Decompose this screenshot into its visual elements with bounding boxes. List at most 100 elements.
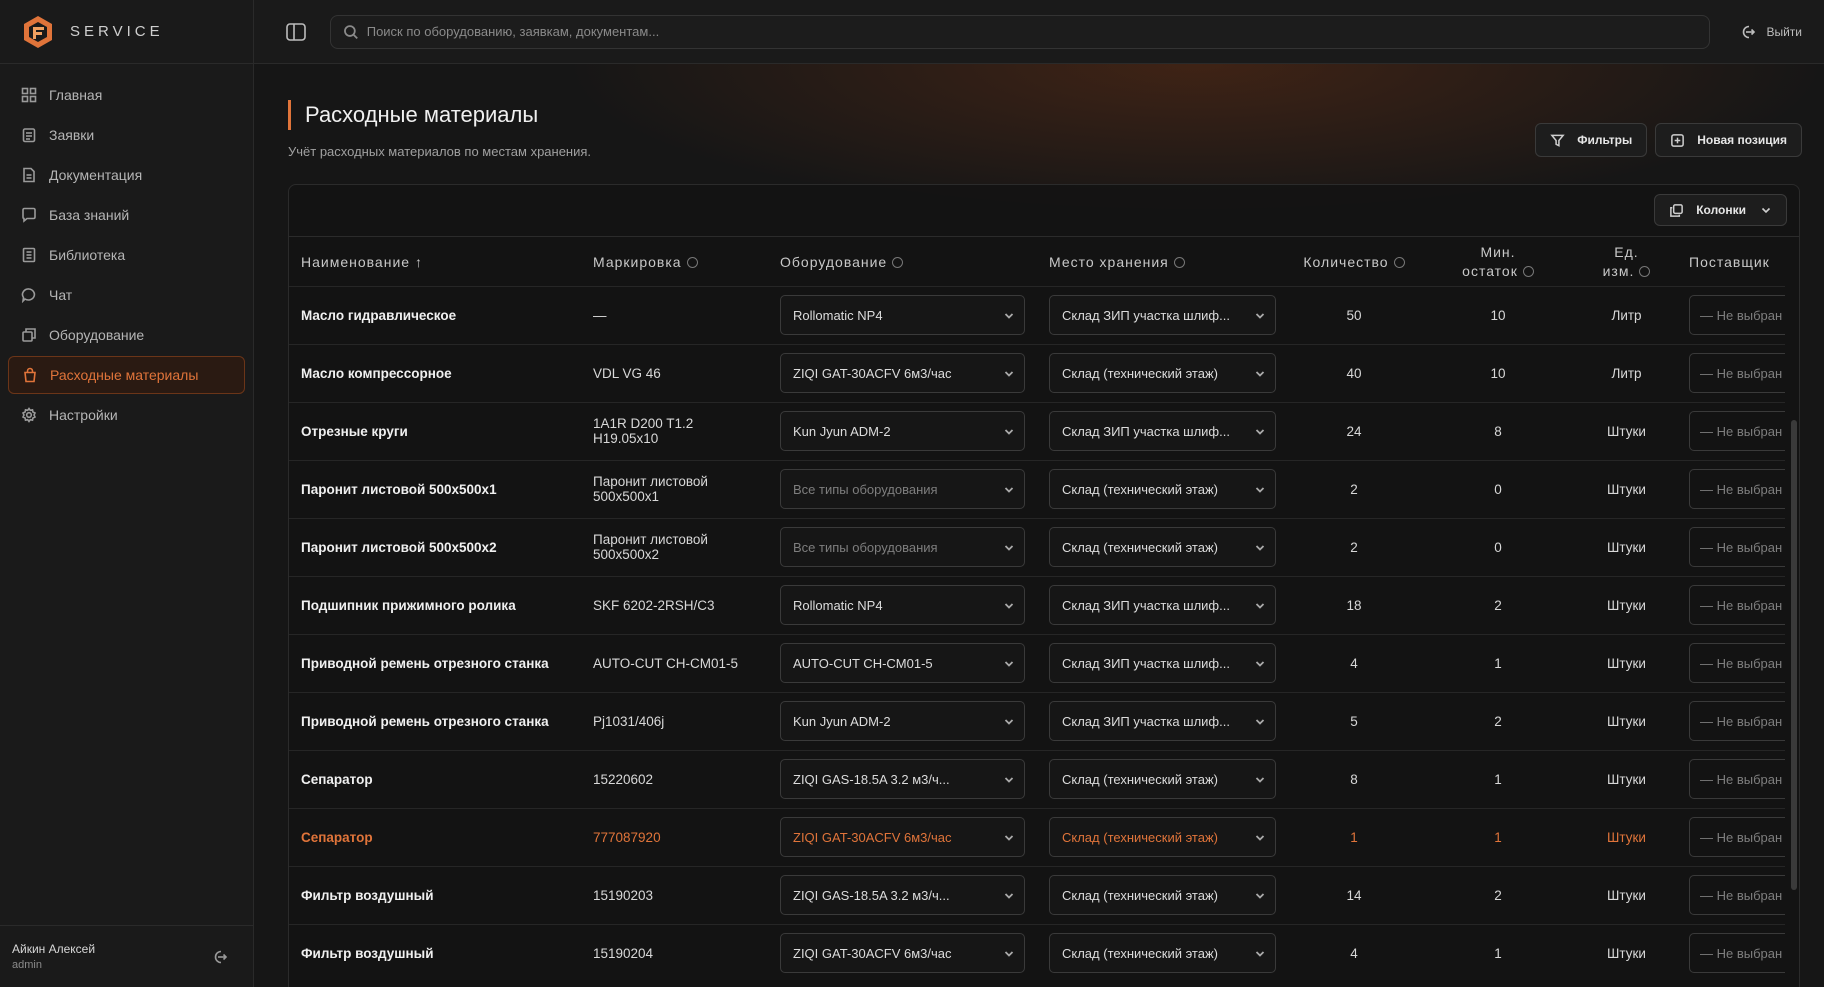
sidebar-item-settings[interactable]: Настройки <box>8 396 245 434</box>
supplier-select-value: — Не выбран <box>1700 945 1783 961</box>
cell-quantity: 14 <box>1288 865 1420 924</box>
gear-icon <box>21 407 37 423</box>
chevron-down-icon <box>1004 603 1014 609</box>
chevron-down-icon <box>1255 603 1265 609</box>
filters-label: Фильтры <box>1577 133 1633 147</box>
cell-unit: Штуки <box>1576 517 1677 576</box>
storage-select[interactable]: Склад ЗИП участка шлиф... <box>1049 585 1276 625</box>
cell-quantity: 8 <box>1288 749 1420 808</box>
column-header-storage[interactable]: Место хранения <box>1037 238 1288 286</box>
storage-select[interactable]: Склад ЗИП участка шлиф... <box>1049 295 1276 335</box>
sidebar-item-home[interactable]: Главная <box>8 76 245 114</box>
equipment-select[interactable]: ZIQI GAS-18.5A 3.2 м3/ч... <box>780 875 1025 915</box>
new-item-button[interactable]: Новая позиция <box>1655 123 1802 157</box>
supplier-select[interactable]: — Не выбран <box>1689 759 1785 799</box>
columns-button[interactable]: Колонки <box>1654 194 1787 226</box>
table-row[interactable]: Сепаратор 15220602 ZIQI GAS-18.5A 3.2 м3/ч… <box>289 749 1785 808</box>
equipment-select-value: Kun Jyun ADM-2 <box>793 423 891 439</box>
sidebar-item-equipment[interactable]: Оборудование <box>8 316 245 354</box>
cell-marking: 15190204 <box>581 923 768 982</box>
column-header-quantity[interactable]: Количество <box>1288 238 1420 286</box>
sidebar-item-knowledge-base[interactable]: База знаний <box>8 196 245 234</box>
column-header-supplier[interactable]: Поставщик <box>1677 238 1785 286</box>
supplier-select[interactable]: — Не выбран <box>1689 295 1785 335</box>
supplier-select[interactable]: — Не выбран <box>1689 585 1785 625</box>
equipment-select[interactable]: ZIQI GAT-30ACFV 6м3/час <box>780 353 1025 393</box>
chevron-down-icon <box>1255 487 1265 493</box>
supplier-select[interactable]: — Не выбран <box>1689 469 1785 509</box>
logout-icon[interactable] <box>212 949 228 965</box>
table-row[interactable]: Сепаратор 777087920 ZIQI GAT-30ACFV 6м3/ча… <box>289 807 1785 866</box>
equipment-select-value: ZIQI GAT-30ACFV 6м3/час <box>793 365 952 381</box>
sidebar-item-consumables[interactable]: Расходные материалы <box>8 356 245 394</box>
storage-select[interactable]: Склад ЗИП участка шлиф... <box>1049 701 1276 741</box>
sidebar-item-library[interactable]: Библиотека <box>8 236 245 274</box>
equipment-select[interactable]: ZIQI GAS-18.5A 3.2 м3/ч... <box>780 759 1025 799</box>
equipment-select[interactable]: Kun Jyun ADM-2 <box>780 411 1025 451</box>
equipment-select[interactable]: AUTO-CUT CH-CM01-5 <box>780 643 1025 683</box>
supplier-select[interactable]: — Не выбран <box>1689 933 1785 974</box>
table-row[interactable]: Масло гидравлическое — Rollomatic NP4 Склад… <box>289 285 1785 344</box>
user-box: Айкин Алексей admin <box>0 925 254 987</box>
user-name: Айкин Алексей <box>12 942 96 956</box>
filters-button[interactable]: Фильтры <box>1535 123 1648 157</box>
storage-select-value: Склад ЗИП участка шлиф... <box>1062 423 1230 439</box>
equipment-select[interactable]: ZIQI GAT-30ACFV 6м3/час <box>780 933 1025 974</box>
table-scroll-area[interactable]: Наименование ↑ Маркировка Оборудование М… <box>289 238 1785 987</box>
sidebar-item-documentation[interactable]: Документация <box>8 156 245 194</box>
logout-button[interactable]: Выйти <box>1740 24 1802 40</box>
cell-quantity: 1 <box>1288 807 1420 866</box>
equipment-select[interactable]: Rollomatic NP4 <box>780 295 1025 335</box>
cell-unit: Штуки <box>1576 633 1677 692</box>
supplier-select[interactable]: — Не выбран <box>1689 353 1785 393</box>
table-row[interactable]: Приводной ремень отрезного станка AUTO-CU… <box>289 633 1785 692</box>
column-header-equipment[interactable]: Оборудование <box>768 238 1037 286</box>
table-row[interactable]: Паронит листовой 500х500х1 Паронит листов… <box>289 459 1785 518</box>
table-row[interactable]: Отрезные круги 1A1R D200 T1.2 H19.05x10 Ku… <box>289 401 1785 460</box>
column-header-name[interactable]: Наименование ↑ <box>289 238 581 286</box>
brand-logo-icon <box>24 15 52 48</box>
table-row[interactable]: Паронит листовой 500х500х2 Паронит листов… <box>289 517 1785 576</box>
table-row[interactable]: Подшипник прижимного ролика SKF 6202-2RSH… <box>289 575 1785 634</box>
equipment-select[interactable]: Все типы оборудования <box>780 527 1025 567</box>
supplier-select[interactable]: — Не выбран <box>1689 527 1785 567</box>
sidebar-item-requests[interactable]: Заявки <box>8 116 245 154</box>
cell-equipment: ZIQI GAT-30ACFV 6м3/час <box>768 807 1037 866</box>
table-row[interactable]: Приводной ремень отрезного станка Pj1031/… <box>289 691 1785 750</box>
supplier-select[interactable]: — Не выбран <box>1689 875 1785 915</box>
cell-min-stock: 0 <box>1420 459 1576 518</box>
cell-min-stock: 10 <box>1420 343 1576 402</box>
equipment-select[interactable]: Kun Jyun ADM-2 <box>780 701 1025 741</box>
storage-select[interactable]: Склад (технический этаж) <box>1049 527 1276 567</box>
table-row[interactable]: Фильтр воздушный 15190203 ZIQI GAS-18.5A 3… <box>289 865 1785 924</box>
search-input[interactable] <box>366 24 1709 39</box>
storage-select[interactable]: Склад ЗИП участка шлиф... <box>1049 643 1276 683</box>
supplier-select[interactable]: — Не выбран <box>1689 701 1785 741</box>
supplier-select[interactable]: — Не выбран <box>1689 643 1785 683</box>
storage-select[interactable]: Склад (технический этаж) <box>1049 875 1276 915</box>
column-header-marking[interactable]: Маркировка <box>581 238 768 286</box>
equipment-select[interactable]: ZIQI GAT-30ACFV 6м3/час <box>780 817 1025 857</box>
cell-equipment: ZIQI GAT-30ACFV 6м3/час <box>768 923 1037 982</box>
table-row[interactable]: Фильтр воздушный 15190204 ZIQI GAT-30ACFV … <box>289 923 1785 982</box>
sidebar-toggle-icon[interactable] <box>284 20 308 44</box>
sidebar-item-chat[interactable]: Чат <box>8 276 245 314</box>
storage-select[interactable]: Склад (технический этаж) <box>1049 817 1276 857</box>
storage-select[interactable]: Склад (технический этаж) <box>1049 933 1276 974</box>
storage-select[interactable]: Склад (технический этаж) <box>1049 759 1276 799</box>
supplier-select[interactable]: — Не выбран <box>1689 817 1785 857</box>
storage-select[interactable]: Склад (технический этаж) <box>1049 353 1276 393</box>
column-header-min-stock[interactable]: Мин. остаток <box>1420 238 1576 286</box>
column-header-unit[interactable]: Ед. изм. <box>1576 238 1677 286</box>
vertical-scrollbar[interactable] <box>1791 420 1797 890</box>
equipment-select[interactable]: Rollomatic NP4 <box>780 585 1025 625</box>
supplier-select[interactable]: — Не выбран <box>1689 411 1785 451</box>
cell-storage: Склад (технический этаж) <box>1037 923 1288 982</box>
equipment-select[interactable]: Все типы оборудования <box>780 469 1025 509</box>
table-row[interactable]: Масло компрессорное VDL VG 46 ZIQI GAT-30A… <box>289 343 1785 402</box>
chevron-down-icon <box>1255 951 1265 958</box>
storage-select[interactable]: Склад ЗИП участка шлиф... <box>1049 411 1276 451</box>
storage-select[interactable]: Склад (технический этаж) <box>1049 469 1276 509</box>
header-label: Маркировка <box>593 253 682 270</box>
brand[interactable]: SERVICE <box>0 0 253 64</box>
